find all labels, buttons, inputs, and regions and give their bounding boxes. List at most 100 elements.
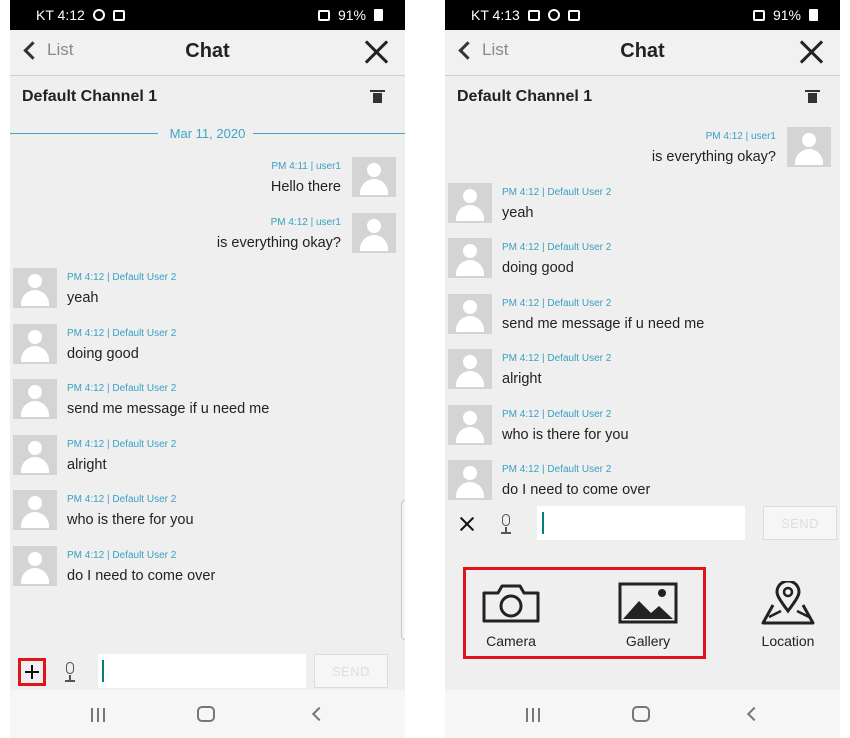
back-to-list-button[interactable]: List [458,40,509,60]
back-to-list-button[interactable]: List [23,40,74,60]
back-icon[interactable] [746,706,762,722]
camera-icon [482,584,540,623]
trash-icon[interactable] [370,90,385,103]
avatar [352,157,396,197]
message-row: PM 4:12 | Default User 2 alright [445,349,840,401]
message-meta: PM 4:12 | Default User 2 [502,242,612,253]
attachment-panel: Camera Gallery Location [445,545,840,690]
message-meta: PM 4:12 | Default User 2 [67,383,177,394]
message-row: PM 4:12 | user1 is everything okay? [445,127,840,179]
message-meta: PM 4:12 | Default User 2 [502,464,612,475]
message-meta: PM 4:12 | Default User 2 [67,438,177,450]
add-attachment-button[interactable] [18,658,46,686]
system-nav-bar [10,690,405,738]
system-nav-bar [445,690,840,738]
home-icon[interactable] [197,706,215,722]
scroll-handle[interactable] [401,500,405,640]
message-row: PM 4:12 | Default User 2 do I need to com… [445,460,840,512]
location-option[interactable]: Location [748,573,828,653]
phone-screen-left: KT 4:12 91% List Chat Default Channel 1 … [10,0,405,738]
close-button[interactable] [363,39,389,65]
avatar [13,434,57,475]
message-row: PM 4:12 | Default User 2 send me message … [445,293,840,346]
message-row: PM 4:12 | Default User 2 alright [10,434,405,487]
back-label: List [482,40,509,59]
message-text: who is there for you [67,512,194,528]
channel-name: Default Channel 1 [22,88,158,105]
home-icon[interactable] [632,706,650,722]
chevron-left-icon [458,40,477,60]
mic-capsule [66,662,74,674]
message-input[interactable] [98,654,306,688]
message-meta: PM 4:12 | Default User 2 [502,186,612,198]
location-map-icon [761,581,815,625]
channel-header: Default Channel 1 [10,76,405,120]
avatar [13,490,57,530]
message-input[interactable] [537,506,745,540]
close-attachments-button[interactable] [457,514,477,534]
phone-screen-right: KT 4:13 91% List Chat Default Channel 1 … [445,0,840,738]
recent-apps-icon[interactable] [91,708,105,722]
text-caret [102,660,104,682]
mic-capsule [502,514,510,526]
message-row: PM 4:12 | Default User 2 yeah [445,182,840,235]
status-app-icon [567,9,580,21]
trash-icon[interactable] [805,90,820,103]
divider-line [253,133,405,134]
battery-icon [374,9,383,21]
avatar [448,293,492,334]
message-meta: PM 4:12 | Default User 2 [502,353,612,364]
message-meta: PM 4:12 | Default User 2 [67,327,177,339]
message-text: alright [502,371,542,387]
message-meta: PM 4:11 | user1 [271,161,341,172]
channel-name: Default Channel 1 [457,88,593,105]
message-text: send me message if u need me [502,315,705,332]
message-text: do I need to come over [502,482,651,498]
message-text: doing good [502,260,574,276]
gallery-icon [618,582,678,624]
message-meta: PM 4:12 | Default User 2 [67,549,177,561]
status-time: KT 4:13 [471,7,520,23]
avatar [448,182,492,223]
message-row: PM 4:12 | user1 is everything okay? [10,212,405,265]
status-notification-icon [547,9,560,21]
camera-option[interactable]: Camera [471,573,551,653]
microphone-icon[interactable] [500,514,512,534]
avatar [13,379,57,419]
message-meta: PM 4:12 | Default User 2 [502,408,612,420]
app-bar: List Chat [445,30,840,76]
composer-bar: SEND [445,506,840,548]
message-text: send me message if u need me [67,401,270,417]
message-text: Hello there [270,179,341,195]
avatar [13,268,57,308]
back-icon[interactable] [311,706,327,722]
gallery-option[interactable]: Gallery [608,573,688,653]
mic-base [501,532,511,534]
recent-apps-icon[interactable] [526,708,540,722]
avatar [448,238,492,278]
message-row: PM 4:12 | Default User 2 yeah [10,268,405,320]
send-button[interactable]: SEND [314,654,388,688]
status-image-icon [527,9,540,21]
camera-label: Camera [486,633,536,649]
message-text: doing good [67,345,139,362]
text-caret [542,512,544,534]
battery-percent: 91% [337,7,366,23]
battery-percent: 91% [772,7,801,23]
message-text: is everything okay? [651,149,776,165]
app-bar: List Chat [10,30,405,76]
message-row: PM 4:12 | Default User 2 do I need to com… [10,545,405,598]
close-button[interactable] [798,39,824,65]
avatar [13,545,57,586]
send-button[interactable]: SEND [763,506,837,540]
mic-base [65,680,75,682]
microphone-icon[interactable] [64,662,76,682]
avatar [448,404,492,445]
message-row: PM 4:12 | Default User 2 who is there for… [10,490,405,542]
back-label: List [47,40,74,59]
avatar [352,212,396,253]
channel-header: Default Channel 1 [445,76,840,120]
message-meta: PM 4:12 | Default User 2 [67,272,177,283]
message-text: yeah [67,290,99,306]
message-row: PM 4:12 | Default User 2 doing good [10,323,405,376]
